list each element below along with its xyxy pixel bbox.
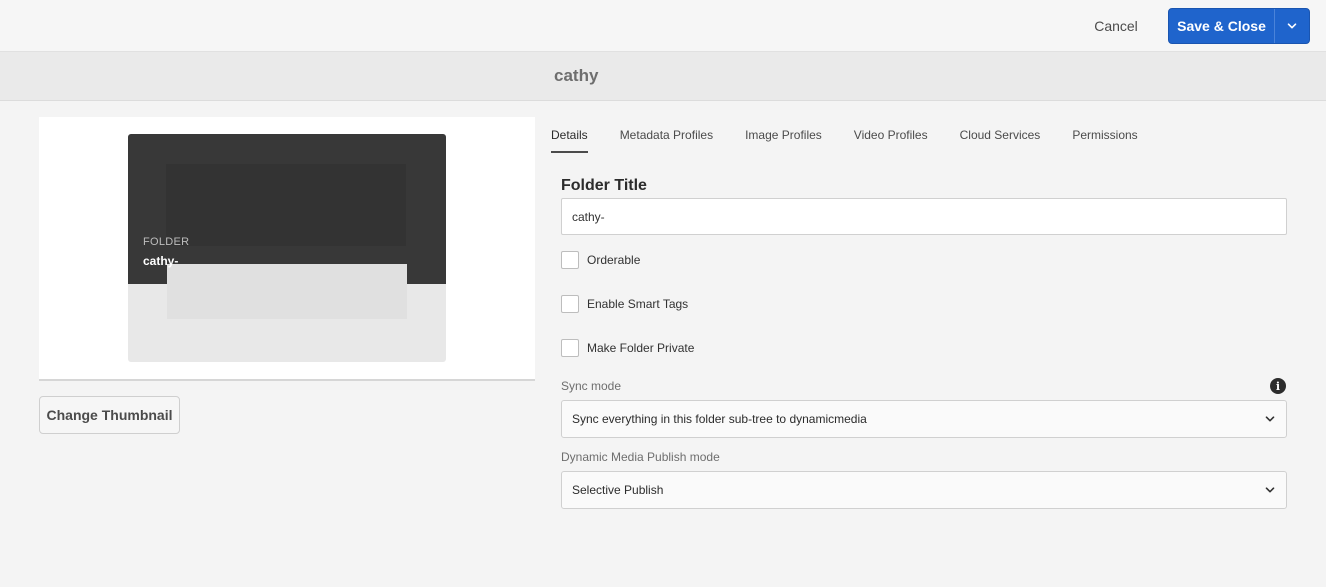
tab-details[interactable]: Details [551,117,588,153]
folder-title-input[interactable] [561,198,1287,235]
private-folder-label: Make Folder Private [587,341,695,355]
properties-tabs: Details Metadata Profiles Image Profiles… [551,117,1170,153]
save-button-group: Save & Close [1168,8,1310,44]
publish-mode-label: Dynamic Media Publish mode [561,450,720,464]
info-icon[interactable]: i [1270,378,1286,394]
tab-metadata-profiles[interactable]: Metadata Profiles [620,117,713,153]
chevron-down-icon [1264,413,1276,425]
thumbnail-folder-name: cathy- [143,254,179,268]
save-options-button[interactable] [1275,9,1309,43]
chevron-down-icon [1287,23,1297,29]
folder-thumbnail: FOLDER cathy- [128,134,446,362]
tab-permissions[interactable]: Permissions [1072,117,1137,153]
tab-image-profiles[interactable]: Image Profiles [745,117,822,153]
thumbnail-placeholder [167,264,407,319]
smart-tags-checkbox[interactable] [561,295,579,313]
orderable-label: Orderable [587,253,641,267]
action-bar: Cancel Save & Close [0,0,1326,52]
orderable-checkbox-row[interactable]: Orderable [561,251,640,269]
tab-cloud-services[interactable]: Cloud Services [960,117,1041,153]
page-title: cathy [554,66,599,85]
publish-mode-value: Selective Publish [572,483,664,497]
title-bar: cathy [0,52,1326,101]
private-folder-checkbox-row[interactable]: Make Folder Private [561,339,694,357]
publish-mode-select[interactable]: Selective Publish [561,471,1287,509]
tab-video-profiles[interactable]: Video Profiles [854,117,928,153]
private-folder-checkbox[interactable] [561,339,579,357]
sync-mode-value: Sync everything in this folder sub-tree … [572,412,867,426]
change-thumbnail-button[interactable]: Change Thumbnail [39,396,180,434]
thumbnail-placeholder [166,164,406,246]
cancel-button[interactable]: Cancel [1082,8,1150,44]
folder-preview-card: FOLDER cathy- [39,117,535,381]
orderable-checkbox[interactable] [561,251,579,269]
thumbnail-type-label: FOLDER [143,236,190,248]
sync-mode-label: Sync mode [561,379,622,393]
smart-tags-checkbox-row[interactable]: Enable Smart Tags [561,295,688,313]
chevron-down-icon [1264,484,1276,496]
folder-title-label: Folder Title [561,177,647,194]
smart-tags-label: Enable Smart Tags [587,297,689,311]
sync-mode-select[interactable]: Sync everything in this folder sub-tree … [561,400,1287,438]
save-and-close-button[interactable]: Save & Close [1169,9,1274,43]
